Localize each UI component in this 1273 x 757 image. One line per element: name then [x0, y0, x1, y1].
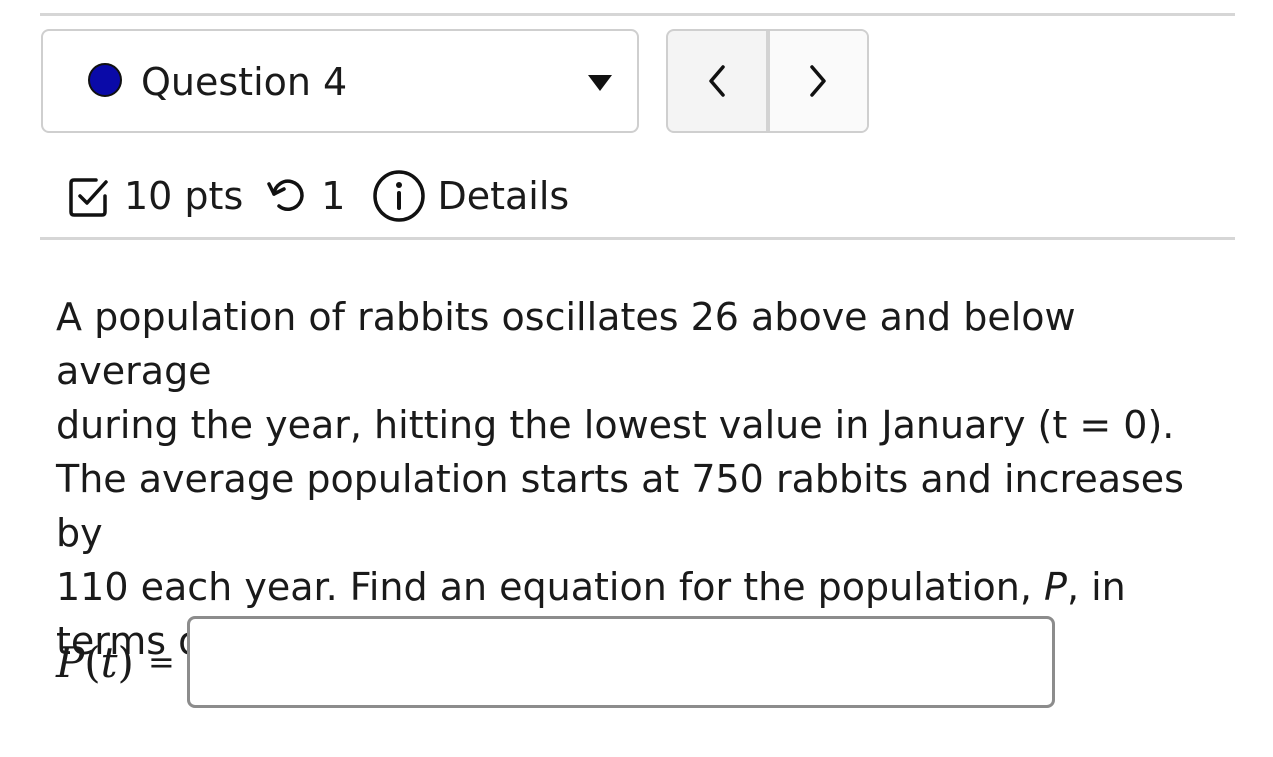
question-line: The average population starts at 750 rab…	[56, 457, 1184, 555]
question-line: A population of rabbits oscillates 26 ab…	[56, 295, 1076, 393]
answer-function-name: P	[56, 637, 85, 687]
details-button[interactable]: Details	[371, 168, 569, 224]
next-question-button[interactable]	[765, 31, 867, 131]
answer-input[interactable]	[186, 616, 1055, 708]
question-text-segment: 110 each year. Find an equation for the …	[56, 565, 1045, 609]
details-label: Details	[437, 174, 570, 218]
attempts-info: 1	[265, 174, 345, 218]
chevron-left-icon	[709, 65, 725, 97]
points-info: 10 pts	[66, 174, 243, 218]
question-line: during the year, hitting the lowest valu…	[56, 403, 1175, 447]
question-navigation	[666, 29, 869, 133]
answer-function-arg: t	[100, 637, 118, 687]
points-label: 10 pts	[124, 174, 244, 218]
answer-row: P(t) =	[56, 616, 1055, 708]
question-meta: 10 pts 1 Details	[66, 168, 569, 224]
info-icon	[373, 170, 426, 222]
question-selector-label: Question 4	[141, 60, 348, 104]
caret-down-icon	[588, 75, 612, 91]
meta-divider	[40, 237, 1235, 240]
retry-icon	[267, 179, 304, 211]
question-line: 110 each year. Find an equation for the …	[56, 560, 1236, 614]
question-status-dot	[88, 63, 122, 97]
chevron-right-icon	[810, 65, 826, 97]
answer-open-paren: (	[84, 637, 101, 687]
top-divider	[40, 13, 1235, 16]
equals-sign: =	[147, 643, 175, 681]
question-text: A population of rabbits oscillates 26 ab…	[56, 290, 1236, 668]
question-text-segment: , in	[1066, 565, 1126, 609]
previous-question-button[interactable]	[668, 31, 766, 131]
answer-label: P(t)	[56, 638, 134, 687]
question-page: Question 4 10 pts 1 Details A population…	[0, 0, 1273, 757]
question-selector[interactable]: Question 4	[41, 29, 639, 133]
checkbox-icon	[69, 178, 108, 217]
variable-p: P	[1044, 565, 1067, 609]
answer-close-paren: )	[117, 637, 134, 687]
attempts-count: 1	[321, 174, 346, 218]
